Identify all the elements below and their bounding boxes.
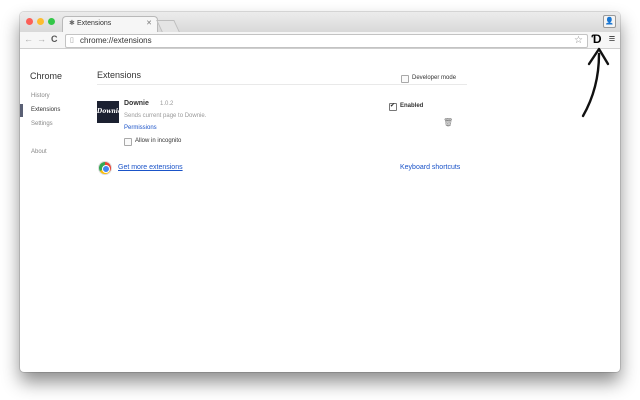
reload-icon[interactable]: C	[51, 34, 58, 44]
page-content: Chrome History Extensions Settings About…	[20, 49, 620, 372]
keyboard-shortcuts-link[interactable]: Keyboard shortcuts	[400, 164, 460, 171]
profile-icon[interactable]: 👤	[603, 15, 616, 28]
sidebar-item-settings[interactable]: Settings	[31, 121, 53, 127]
developer-mode-label: Developer mode	[412, 75, 457, 81]
allow-incognito-checkbox[interactable]	[124, 138, 132, 146]
browser-toolbar: ← → C ▯ chrome://extensions ☆ Ɗ ≡	[20, 32, 620, 49]
extension-version: 1.0.2	[160, 101, 174, 107]
page-title: Extensions	[97, 70, 142, 80]
pointer-arrow-annotation	[581, 47, 610, 118]
developer-mode-checkbox[interactable]	[401, 75, 409, 83]
enabled-label: Enabled	[400, 103, 424, 109]
tab-title: Extensions	[77, 20, 112, 27]
browser-window: ✱ Extensions ✕ 👤 ← → C ▯ chrome://extens…	[20, 12, 620, 372]
url-text[interactable]: chrome://extensions	[80, 36, 152, 45]
puzzle-icon: ✱	[69, 20, 75, 27]
back-icon[interactable]: ←	[24, 34, 33, 44]
sidebar-item-extensions[interactable]: Extensions	[31, 107, 60, 113]
permissions-link[interactable]: Permissions	[124, 125, 157, 131]
address-bar[interactable]: ▯ chrome://extensions ☆	[65, 34, 588, 48]
chrome-web-store-icon	[98, 161, 112, 175]
downie-app-icon: Downie	[97, 101, 122, 123]
close-window-button[interactable]	[26, 18, 33, 25]
enabled-checkbox[interactable]	[389, 102, 397, 111]
allow-incognito-label: Allow in incognito	[135, 138, 182, 144]
zoom-window-button[interactable]	[48, 18, 55, 25]
sidebar-item-history[interactable]: History	[31, 93, 50, 99]
extension-name: Downie	[124, 100, 149, 107]
active-nav-marker	[20, 104, 23, 117]
minimize-window-button[interactable]	[37, 18, 44, 25]
tab-close-icon[interactable]: ✕	[146, 19, 152, 27]
tab-extensions[interactable]: ✱ Extensions ✕	[62, 16, 158, 33]
get-more-extensions-link[interactable]: Get more extensions	[118, 164, 183, 171]
extension-description: Sends current page to Downie.	[124, 113, 207, 119]
sidebar-item-about[interactable]: About	[31, 149, 47, 155]
new-tab-button[interactable]	[156, 20, 180, 32]
header-divider	[97, 84, 467, 85]
page-icon: ▯	[70, 37, 74, 44]
trash-icon[interactable]: 🗑	[443, 118, 453, 127]
title-bar: ✱ Extensions ✕ 👤	[20, 12, 620, 33]
sidebar-title: Chrome	[30, 71, 63, 81]
forward-icon[interactable]: →	[37, 34, 46, 44]
